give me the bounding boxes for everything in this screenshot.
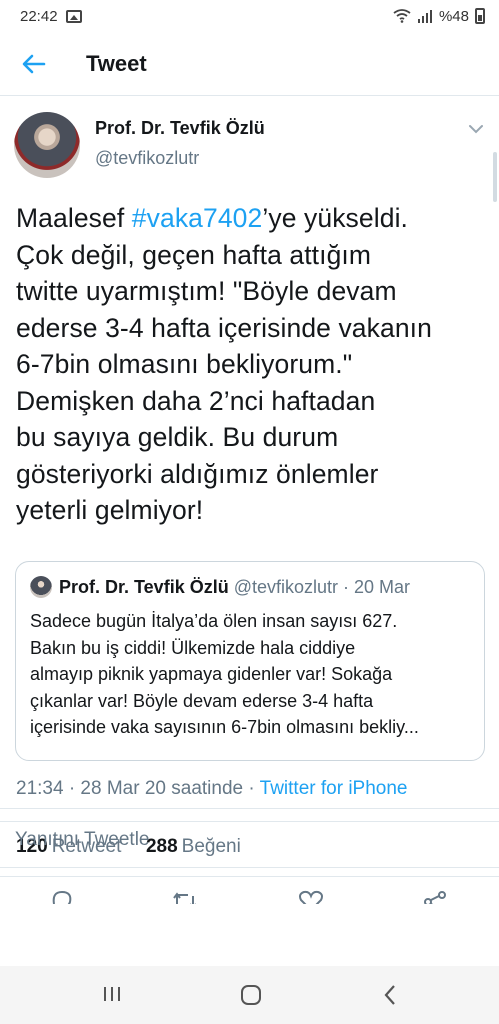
tweet-meta: 21:34 · 28 Mar 20 saatinde · Twitter for… bbox=[16, 778, 407, 800]
scrollbar[interactable] bbox=[493, 152, 497, 202]
quoted-separator: · bbox=[343, 576, 350, 597]
quoted-text-line: çıkanlar var! Böyle devam ederse 3-4 haf… bbox=[30, 690, 374, 711]
tweet-text-line: gösteriyorki aldığımız önlemler bbox=[16, 458, 379, 489]
tweet-text-segment: ’ye yükseldi. bbox=[262, 203, 409, 233]
quoted-tweet-header: Prof. Dr. Tevfik Özlü @tevfikozlutr · 20… bbox=[30, 576, 410, 598]
quoted-author-handle: @tevfikozlutr bbox=[233, 576, 339, 597]
tweet-text-line: Maalesef #vaka7402’ye yükseldi. bbox=[16, 200, 486, 237]
status-time: 22:42 bbox=[20, 7, 58, 25]
status-bar: 22:42 %48 bbox=[0, 0, 499, 32]
quoted-text-line: almayıp piknik yapmaya gidenler var! Sok… bbox=[30, 664, 393, 684]
home-icon[interactable] bbox=[240, 984, 262, 1006]
tweet-text: Maalesef #vaka7402’ye yükseldi. Çok deği… bbox=[16, 200, 486, 529]
reply-placeholder: Yanıtını Tweetle bbox=[15, 829, 150, 850]
status-indicators: %48 bbox=[393, 8, 485, 25]
quoted-date: 20 Mar bbox=[354, 576, 411, 597]
tweet-text-line: twitte uyarmıştım! "Böyle devam bbox=[16, 276, 397, 306]
nav-back-icon[interactable] bbox=[382, 984, 398, 1006]
tweet-text-line: ederse 3-4 hafta içerisinde vakanın bbox=[16, 312, 432, 343]
tweet-text-line: yeterli gelmiyor! bbox=[16, 495, 204, 525]
recent-apps-icon[interactable] bbox=[102, 984, 122, 1004]
back-button[interactable] bbox=[16, 46, 52, 82]
retweet-icon[interactable] bbox=[172, 890, 198, 904]
tweet-text-segment: Maalesef bbox=[16, 203, 132, 233]
author-handle: @tevfikozlutr bbox=[95, 148, 200, 168]
arrow-left-icon bbox=[22, 54, 46, 73]
quoted-text-line: Bakın bu iş ciddi! Ülkemizde hala ciddiy… bbox=[30, 637, 356, 658]
wifi-icon bbox=[393, 9, 411, 23]
system-nav-bar bbox=[0, 966, 499, 1024]
share-icon[interactable] bbox=[422, 890, 448, 904]
tweet-text-line: bu sayıya geldik. Bu durum bbox=[16, 422, 339, 452]
tweet-text-line: 6-7bin olmasını bekliyorum." bbox=[16, 349, 353, 379]
author-name[interactable]: Prof. Dr. Tevfik Özlü bbox=[95, 118, 265, 139]
quoted-tweet[interactable]: Prof. Dr. Tevfik Özlü @tevfikozlutr · 20… bbox=[15, 561, 485, 761]
quoted-avatar bbox=[30, 576, 52, 598]
quoted-author-name: Prof. Dr. Tevfik Özlü bbox=[59, 576, 229, 597]
quoted-text-line: Sadece bugün İtalya’da ölen insan sayısı… bbox=[30, 611, 398, 631]
gallery-notification-icon bbox=[65, 9, 82, 23]
tweet-text-line: Demişken daha 2’nci haftadan bbox=[16, 385, 376, 416]
tweet-actions bbox=[0, 884, 499, 904]
reply-input[interactable]: Yanıtını Tweetle bbox=[0, 808, 499, 868]
tweet-text-line: Çok değil, geçen hafta attığım bbox=[16, 239, 372, 270]
tweet-author: Prof. Dr. Tevfik Özlü @tevfikozlutr bbox=[14, 112, 484, 178]
battery-percent: %48 bbox=[438, 7, 469, 25]
hashtag-link[interactable]: #vaka7402 bbox=[132, 203, 263, 233]
comment-icon[interactable] bbox=[50, 890, 74, 904]
tweet-client-link[interactable]: Twitter for iPhone bbox=[260, 778, 408, 799]
tweet-timestamp: 21:34 · 28 Mar 20 saatinde · bbox=[16, 778, 260, 799]
divider bbox=[0, 876, 499, 877]
signal-icon bbox=[417, 10, 432, 23]
heart-icon[interactable] bbox=[298, 890, 324, 904]
chevron-down-icon[interactable] bbox=[468, 124, 484, 134]
quoted-tweet-text: Sadece bugün İtalya’da ölen insan sayısı… bbox=[30, 608, 475, 741]
page-title: Tweet bbox=[86, 50, 147, 76]
avatar[interactable] bbox=[14, 112, 80, 178]
battery-icon bbox=[475, 8, 485, 24]
quoted-text-line: içerisinde vaka sayısının 6-7bin olmasın… bbox=[30, 717, 419, 737]
app-bar: Tweet bbox=[0, 32, 499, 96]
